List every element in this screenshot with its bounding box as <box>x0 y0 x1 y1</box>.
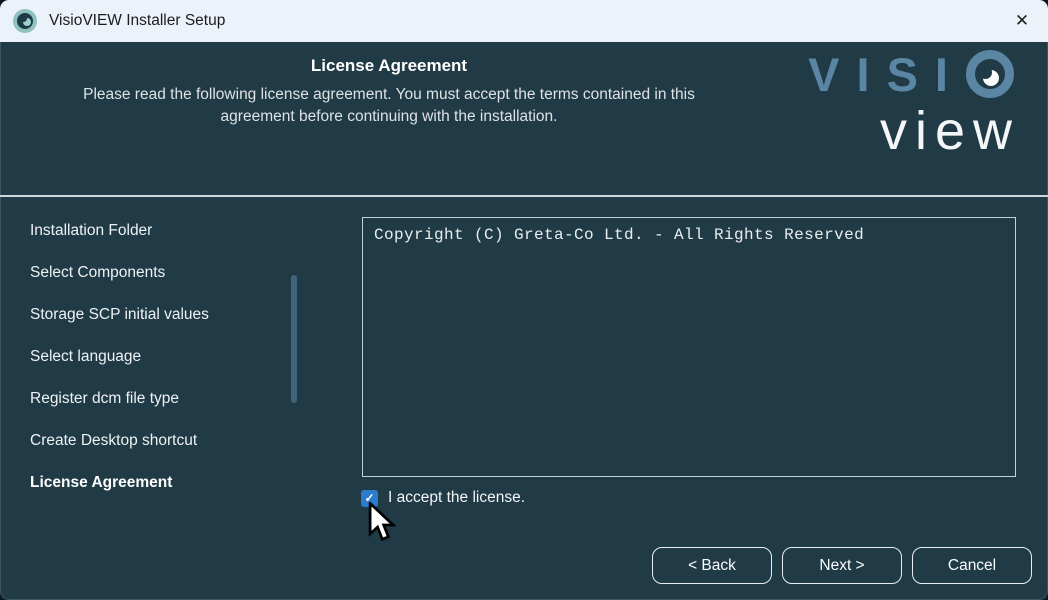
step-create-desktop-shortcut: Create Desktop shortcut <box>30 420 280 462</box>
step-license-agreement-current: License Agreement <box>30 462 280 504</box>
logo-eye-pupil <box>983 70 999 86</box>
wizard-steps-list: Installation Folder Select Components St… <box>30 210 280 504</box>
logo-eye-icon <box>966 50 1014 98</box>
titlebar[interactable]: VisioVIEW Installer Setup ✕ <box>0 0 1048 42</box>
accept-license-checkbox[interactable]: ✓ <box>361 490 378 507</box>
accept-license-label[interactable]: I accept the license. <box>388 489 525 507</box>
page-description: Please read the following license agreem… <box>58 84 720 129</box>
back-button[interactable]: < Back <box>652 547 772 584</box>
visioview-logo: VISI view <box>808 50 1014 158</box>
wizard-header: License Agreement Please read the follow… <box>0 42 1048 197</box>
license-text: Copyright (C) Greta-Co Ltd. - All Rights… <box>374 226 864 244</box>
sidebar-scrollbar-thumb[interactable] <box>291 275 297 403</box>
step-storage-scp-initial-values: Storage SCP initial values <box>30 294 280 336</box>
accept-license-row: ✓ I accept the license. <box>361 489 525 507</box>
window-title: VisioVIEW Installer Setup <box>49 12 225 30</box>
logo-word-view: view <box>808 104 1020 158</box>
step-register-dcm-file-type: Register dcm file type <box>30 378 280 420</box>
page-title: License Agreement <box>58 56 720 76</box>
app-eye-icon <box>13 9 37 33</box>
license-text-area[interactable]: Copyright (C) Greta-Co Ltd. - All Rights… <box>362 217 1016 477</box>
step-select-language: Select language <box>30 336 280 378</box>
step-select-components: Select Components <box>30 252 280 294</box>
next-button[interactable]: Next > <box>782 547 902 584</box>
mouse-cursor-icon <box>368 502 398 544</box>
logo-visi-text: VISI <box>808 51 965 98</box>
wizard-button-bar: < Back Next > Cancel <box>652 547 1032 584</box>
header-textblock: License Agreement Please read the follow… <box>58 56 720 129</box>
close-icon[interactable]: ✕ <box>996 0 1048 42</box>
app-eye-icon-pupil <box>23 18 31 26</box>
step-installation-folder: Installation Folder <box>30 210 280 252</box>
cancel-button[interactable]: Cancel <box>912 547 1032 584</box>
installer-window: VisioVIEW Installer Setup ✕ License Agre… <box>0 0 1048 600</box>
logo-word-visio: VISI <box>808 50 1014 98</box>
